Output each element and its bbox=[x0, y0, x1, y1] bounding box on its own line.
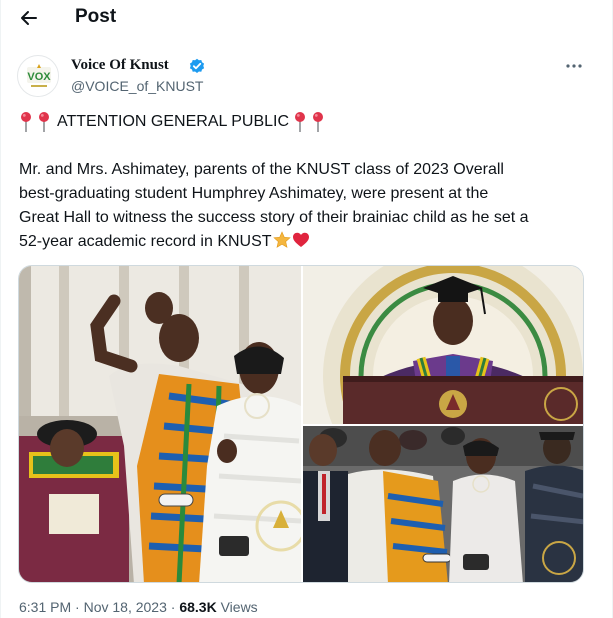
parents-waving-photo[interactable] bbox=[19, 266, 301, 582]
post-body: Mr. and Mrs. Ashimatey, parents of the K… bbox=[19, 158, 599, 254]
graduate-speaking-at-podium-photo[interactable] bbox=[303, 266, 583, 424]
red-heart-icon bbox=[292, 232, 309, 247]
parents-seated-illustration bbox=[303, 426, 583, 582]
more-horizontal-icon bbox=[566, 64, 582, 68]
top-bar: Post bbox=[1, 0, 613, 36]
post-page: Post VOX Voice Of Knust @VOICE_of_KNUST … bbox=[0, 0, 613, 618]
more-options-button[interactable] bbox=[561, 56, 587, 76]
post-body-line: 52-year academic record in KNUST bbox=[19, 233, 272, 250]
attention-text: ATTENTION GENERAL PUBLIC bbox=[57, 113, 290, 130]
pushpin-icon bbox=[295, 112, 306, 132]
post-body-line: best-graduating student Humphrey Ashimat… bbox=[19, 185, 489, 202]
verified-badge-icon bbox=[189, 58, 205, 73]
pushpin-icon bbox=[313, 112, 324, 132]
author-name[interactable]: Voice Of Knust bbox=[71, 57, 169, 74]
arrow-left-icon bbox=[21, 11, 37, 25]
meta-separator: · bbox=[170, 599, 176, 615]
pushpin-icon bbox=[39, 112, 49, 132]
star-icon bbox=[272, 231, 291, 248]
post-body-line: Great Hall to witness the success story … bbox=[19, 209, 529, 226]
post-date[interactable]: Nov 18, 2023 bbox=[84, 599, 167, 615]
vox-logo-icon: VOX bbox=[19, 57, 58, 96]
parents-seated-in-hall-photo[interactable] bbox=[303, 426, 583, 582]
post-meta: 6:31 PM · Nov 18, 2023 · 68.3K Views bbox=[19, 599, 258, 615]
meta-separator: · bbox=[75, 599, 80, 615]
pushpin-icon bbox=[21, 112, 31, 132]
avatar-text: VOX bbox=[27, 71, 51, 83]
page-title: Post bbox=[75, 6, 117, 27]
post-time[interactable]: 6:31 PM bbox=[19, 599, 71, 615]
graduate-podium-illustration bbox=[303, 266, 583, 424]
parents-waving-illustration bbox=[19, 266, 301, 582]
post-body-line: Mr. and Mrs. Ashimatey, parents of the K… bbox=[19, 161, 504, 178]
avatar[interactable]: VOX bbox=[17, 55, 59, 97]
views-count: 68.3K bbox=[179, 599, 217, 615]
media-grid[interactable] bbox=[18, 265, 584, 583]
post-body-line-last: 52-year academic record in KNUST bbox=[19, 230, 599, 254]
author-handle[interactable]: @VOICE_of_KNUST bbox=[71, 78, 203, 94]
attention-line: ATTENTION GENERAL PUBLIC bbox=[19, 110, 329, 134]
back-button[interactable] bbox=[15, 4, 43, 32]
views-label: Views bbox=[220, 599, 258, 615]
